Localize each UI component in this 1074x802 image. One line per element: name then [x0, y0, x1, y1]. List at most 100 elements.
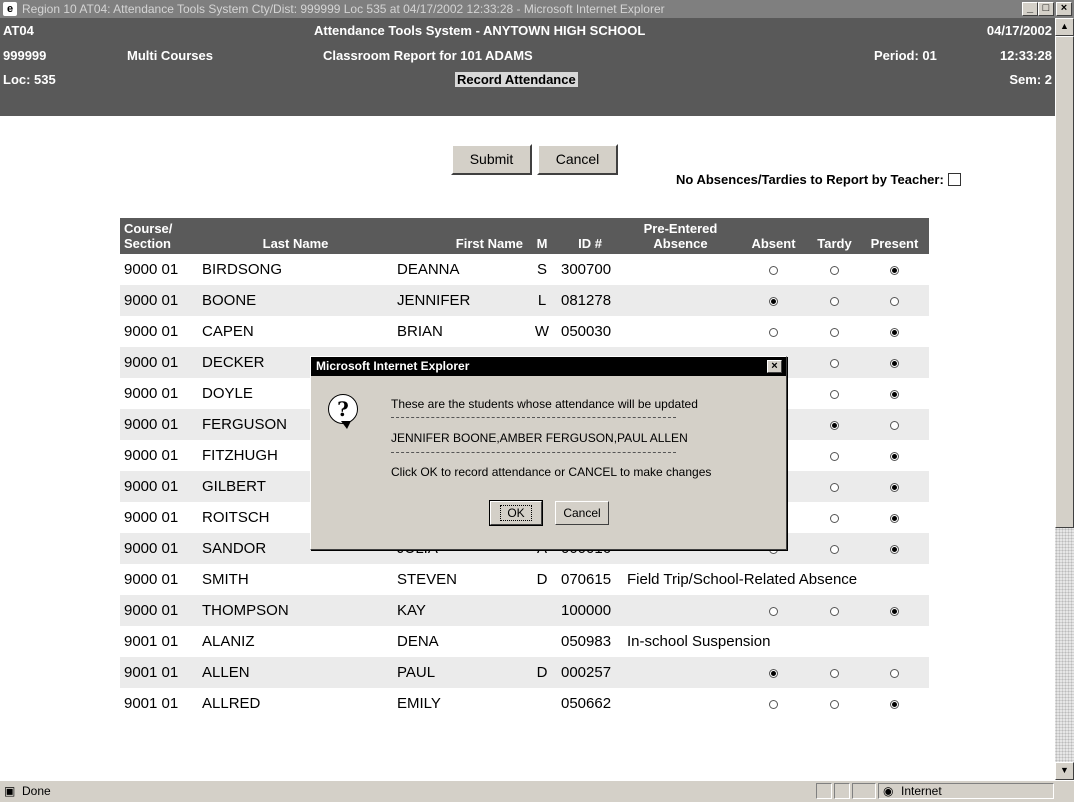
course-cell: 9000 01: [124, 447, 179, 464]
vertical-scrollbar[interactable]: ▲ ▼: [1055, 18, 1074, 780]
absent-cell: [738, 595, 809, 626]
absent-radio[interactable]: [769, 265, 778, 275]
maximize-button[interactable]: □: [1038, 2, 1054, 16]
present-cell: [860, 595, 929, 626]
present-radio[interactable]: [890, 451, 899, 461]
tardy-radio[interactable]: [830, 265, 839, 275]
absent-radio[interactable]: [769, 606, 778, 616]
present-radio[interactable]: [890, 296, 899, 306]
middle-initial-cell: W: [534, 323, 550, 340]
present-radio[interactable]: [890, 606, 899, 616]
tardy-radio[interactable]: [830, 513, 839, 523]
present-radio[interactable]: [890, 358, 899, 368]
course-cell: 9000 01: [124, 509, 179, 526]
no-absences-checkbox[interactable]: [947, 173, 961, 186]
tardy-radio[interactable]: [830, 451, 839, 461]
present-radio[interactable]: [890, 513, 899, 523]
courses-label: Multi Courses: [127, 48, 213, 63]
present-radio[interactable]: [890, 544, 899, 554]
tardy-cell: [809, 285, 860, 316]
close-window-button[interactable]: ×: [1056, 2, 1072, 16]
mode-label: Record Attendance: [455, 72, 578, 87]
tardy-radio[interactable]: [830, 699, 839, 709]
report-title: Classroom Report for 101 ADAMS: [323, 48, 533, 63]
present-radio[interactable]: [890, 389, 899, 399]
present-radio[interactable]: [890, 327, 899, 337]
table-row: 9000 01 THOMPSON KAY 100000: [120, 595, 929, 626]
tardy-cell: [809, 409, 860, 440]
course-cell: 9001 01: [120, 657, 198, 688]
pre-entered-absence-cell: [623, 688, 738, 719]
tardy-cell: [809, 440, 860, 471]
present-cell: [860, 502, 929, 533]
present-cell: [860, 533, 929, 564]
present-radio[interactable]: [890, 668, 899, 678]
scroll-down-button[interactable]: ▼: [1055, 762, 1074, 780]
course-cell: 9000 01: [120, 595, 198, 626]
table-row: 9000 01 BIRDSONG DEANNA S 300700: [120, 254, 929, 285]
present-cell: [860, 378, 929, 409]
tardy-radio[interactable]: [830, 296, 839, 306]
tardy-radio[interactable]: [830, 668, 839, 678]
no-absences-option: No Absences/Tardies to Report by Teacher…: [676, 172, 961, 187]
col-tardy: Tardy: [809, 218, 860, 254]
pre-entered-absence-cell: [623, 595, 738, 626]
tardy-cell: [809, 595, 860, 626]
cancel-button[interactable]: Cancel: [537, 144, 618, 175]
table-row: 9000 01 BOONE JENNIFER L 081278: [120, 285, 929, 316]
present-radio[interactable]: [890, 265, 899, 275]
ok-button[interactable]: OK: [489, 500, 543, 526]
dialog-title: Microsoft Internet Explorer: [316, 359, 470, 373]
dialog-cancel-button[interactable]: Cancel: [555, 501, 609, 525]
absent-cell: [738, 285, 809, 316]
col-absent: Absent: [738, 218, 809, 254]
submit-button[interactable]: Submit: [451, 144, 532, 175]
course-cell: 9000 01: [120, 409, 198, 440]
absent-radio[interactable]: [769, 296, 778, 306]
absent-radio[interactable]: [769, 699, 778, 709]
system-title: Attendance Tools System - ANYTOWN HIGH S…: [314, 23, 646, 38]
ie-icon: e: [3, 2, 17, 16]
present-cell: [860, 657, 929, 688]
present-cell: [860, 285, 929, 316]
student-id-cell: 081278: [557, 285, 623, 316]
dialog-close-button[interactable]: ×: [767, 360, 782, 373]
pre-entered-absence-cell: [623, 316, 738, 347]
present-radio[interactable]: [890, 420, 899, 430]
col-present: Present: [860, 218, 929, 254]
window-title-bar[interactable]: e Region 10 AT04: Attendance Tools Syste…: [0, 0, 1074, 18]
col-first-name: First Name: [393, 218, 527, 254]
student-id-cell: 050662: [561, 695, 612, 712]
first-name-cell: KAY: [393, 595, 527, 626]
course-cell: 9001 01: [124, 633, 179, 650]
student-id-cell: 100000: [557, 595, 623, 626]
tardy-cell: [809, 533, 860, 564]
page-done-icon: ▣: [4, 784, 16, 798]
confirm-dialog: Microsoft Internet Explorer × ? These ar…: [310, 356, 787, 550]
district-code: 999999: [3, 48, 47, 63]
scroll-thumb[interactable]: [1055, 36, 1074, 528]
tardy-radio[interactable]: [830, 389, 839, 399]
tardy-radio[interactable]: [830, 482, 839, 492]
scroll-up-button[interactable]: ▲: [1055, 18, 1074, 36]
tardy-radio[interactable]: [830, 544, 839, 554]
absent-radio[interactable]: [769, 668, 778, 678]
tardy-radio[interactable]: [830, 606, 839, 616]
first-name-cell: JENNIFER: [393, 285, 527, 316]
report-date: 04/17/2002: [986, 23, 1052, 38]
first-name-cell: PAUL: [393, 657, 527, 688]
tardy-radio[interactable]: [830, 327, 839, 337]
first-name-cell: BRIAN: [397, 323, 443, 340]
dialog-title-bar[interactable]: Microsoft Internet Explorer ×: [311, 357, 786, 376]
absent-radio[interactable]: [769, 327, 778, 337]
course-cell: 9000 01: [120, 285, 198, 316]
present-radio[interactable]: [890, 482, 899, 492]
dialog-separator: [391, 417, 676, 418]
tardy-radio[interactable]: [830, 358, 839, 368]
tardy-cell: [809, 657, 860, 688]
present-radio[interactable]: [890, 699, 899, 709]
absent-cell: [738, 657, 809, 688]
col-last-name: Last Name: [198, 218, 393, 254]
tardy-radio[interactable]: [830, 420, 839, 430]
minimize-button[interactable]: _: [1022, 2, 1038, 16]
